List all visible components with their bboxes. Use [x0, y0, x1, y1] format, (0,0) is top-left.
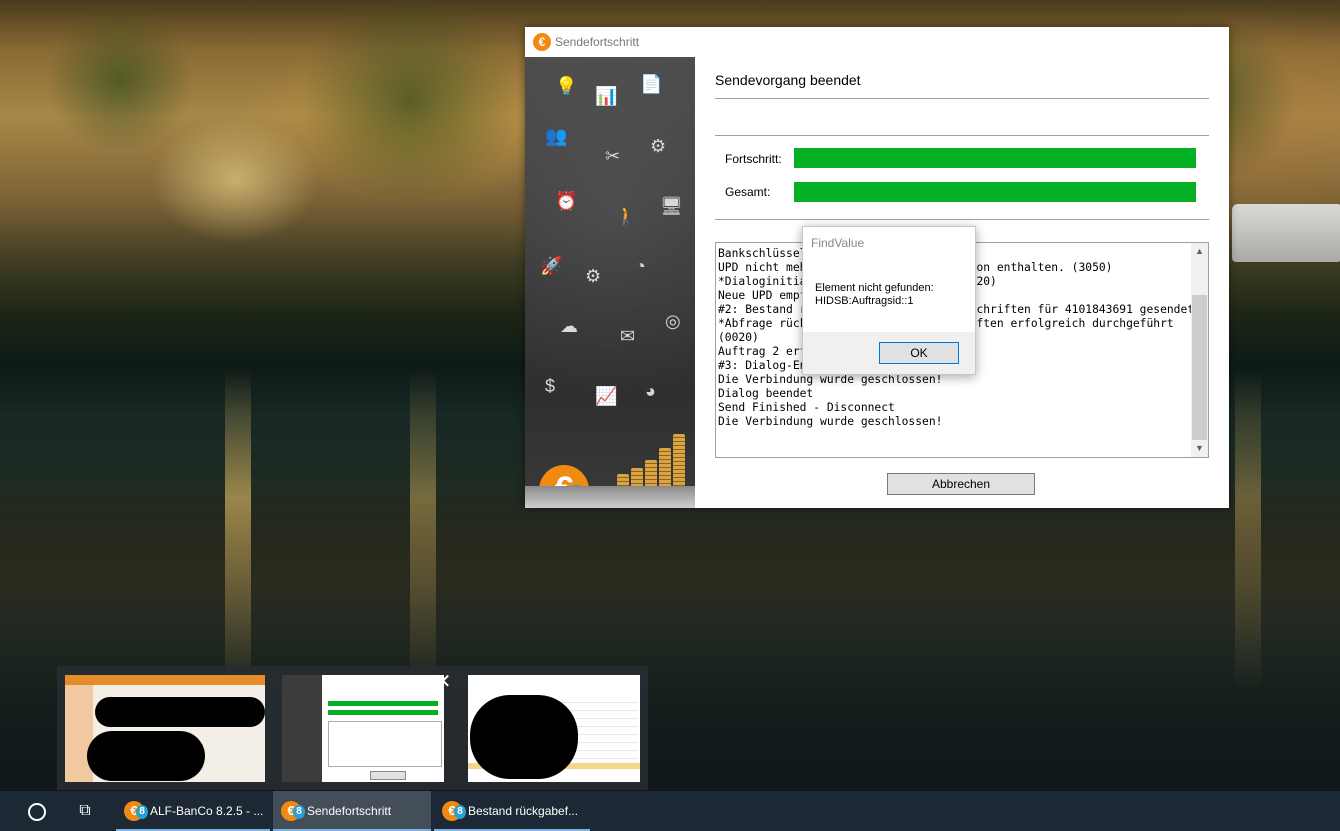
gear-icon: ⚙	[650, 136, 667, 156]
alf-banco-app-icon: €	[533, 33, 551, 51]
progress-bar	[794, 148, 1196, 168]
cog-icon: ⚙	[585, 266, 602, 286]
thumbnail-bestand[interactable]	[468, 675, 640, 782]
taskbar: ⧉ €8 ALF-BanCo 8.2.5 - ... €8 Sendeforts…	[0, 791, 1340, 831]
taskbar-item-bestand[interactable]: €8 Bestand rückgabef...	[434, 791, 590, 831]
total-progress-bar-fill	[794, 182, 1196, 202]
thumbnail-alf-banco[interactable]	[65, 675, 265, 782]
total-label: Gesamt:	[725, 185, 771, 199]
scroll-up-icon[interactable]: ▲	[1191, 243, 1208, 260]
monitor-icon: 🖥	[660, 196, 683, 216]
dollar-icon: $	[545, 376, 556, 396]
divider	[715, 219, 1209, 220]
coin-stack	[659, 448, 671, 488]
findvalue-message-box: FindValue Element nicht gefunden: HIDSB:…	[802, 226, 976, 375]
taskbar-item-label: ALF-BanCo 8.2.5 - ...	[150, 804, 264, 818]
wallpaper-van	[1232, 204, 1340, 262]
taskbar-item-sendefortschritt[interactable]: €8 Sendefortschritt	[273, 791, 431, 831]
cortana-circle-icon[interactable]	[28, 803, 46, 821]
cloud-icon: ☁	[560, 316, 578, 336]
document-icon: 📄	[640, 74, 663, 94]
thumb-toolbar	[65, 675, 265, 685]
trend-icon: 📈	[595, 386, 618, 406]
bulb-icon: 💡	[555, 76, 578, 96]
decorative-side-panel: 💡 📊 📄 👥 ✂ ⚙ ⏰ 🚶 🖥 🚀 ⚙ ◔ ☁ ✉ ◎ $ 📈 ◕ € 8	[525, 57, 695, 508]
thumb-progress	[328, 710, 438, 715]
water-reflection	[225, 370, 251, 690]
taskbar-item-label: Sendefortschritt	[307, 804, 392, 818]
divider	[715, 135, 1209, 136]
people-icon: 👥	[545, 126, 568, 146]
alf-banco-app-icon: €8	[124, 801, 148, 821]
ok-button[interactable]: OK	[879, 342, 959, 364]
taskbar-thumbnail-strip: ✕	[57, 666, 648, 790]
taskbar-item-label: Bestand rückgabef...	[468, 804, 579, 818]
thumb-progress	[328, 701, 438, 706]
pie-icon: ◕	[645, 381, 656, 401]
rocket-icon: 🚀	[540, 256, 563, 276]
log-scrollbar[interactable]: ▲ ▼	[1191, 243, 1208, 457]
message-detail: HIDSB:Auftragsid::1	[815, 295, 914, 307]
redaction	[87, 731, 205, 781]
coin-stack	[645, 460, 657, 488]
progress-label: Fortschritt:	[725, 152, 782, 166]
close-icon[interactable]: ✕	[427, 666, 459, 698]
progress-bar-fill	[794, 148, 1196, 168]
alf-banco-app-icon: €8	[281, 801, 305, 821]
window-titlebar[interactable]: € Sendefortschritt	[525, 27, 1229, 57]
message-box-title[interactable]: FindValue	[811, 236, 864, 250]
total-progress-bar	[794, 182, 1196, 202]
clock-icon: ⏰	[555, 191, 578, 211]
thumb-log	[328, 721, 442, 767]
panel-floor	[525, 486, 695, 508]
scroll-down-icon[interactable]: ▼	[1191, 440, 1208, 457]
status-heading: Sendevorgang beendet	[715, 72, 861, 88]
cancel-button[interactable]: Abbrechen	[887, 473, 1035, 495]
chart-icon: 📊	[595, 86, 618, 106]
wallpaper-tree	[40, 10, 200, 150]
tools-icon: ✂	[605, 146, 621, 166]
window-title: Sendefortschritt	[555, 35, 640, 49]
wallpaper-tree	[290, 0, 530, 200]
task-view-icon[interactable]: ⧉	[72, 799, 98, 823]
scroll-thumb[interactable]	[1192, 295, 1207, 440]
taskbar-item-alf-banco[interactable]: €8 ALF-BanCo 8.2.5 - ...	[116, 791, 270, 831]
pie-chart-icon: ◔	[635, 256, 646, 276]
water-reflection	[1235, 370, 1261, 690]
thumbnail-sendefortschritt[interactable]	[282, 675, 444, 782]
divider	[715, 98, 1209, 99]
alf-banco-app-icon: €8	[442, 801, 466, 821]
water-reflection	[410, 370, 436, 690]
thumb-side-panel	[282, 675, 322, 782]
envelope-icon: ✉	[620, 326, 636, 346]
message-text: Element nicht gefunden:	[815, 282, 934, 294]
person-icon: 🚶	[615, 206, 638, 226]
redaction	[95, 697, 265, 727]
redaction	[470, 695, 578, 779]
message-box-footer: OK	[803, 332, 975, 374]
thumb-cancel	[370, 771, 406, 780]
coin-stack	[631, 468, 643, 488]
coin-stack	[673, 434, 685, 488]
target-icon: ◎	[665, 311, 681, 331]
